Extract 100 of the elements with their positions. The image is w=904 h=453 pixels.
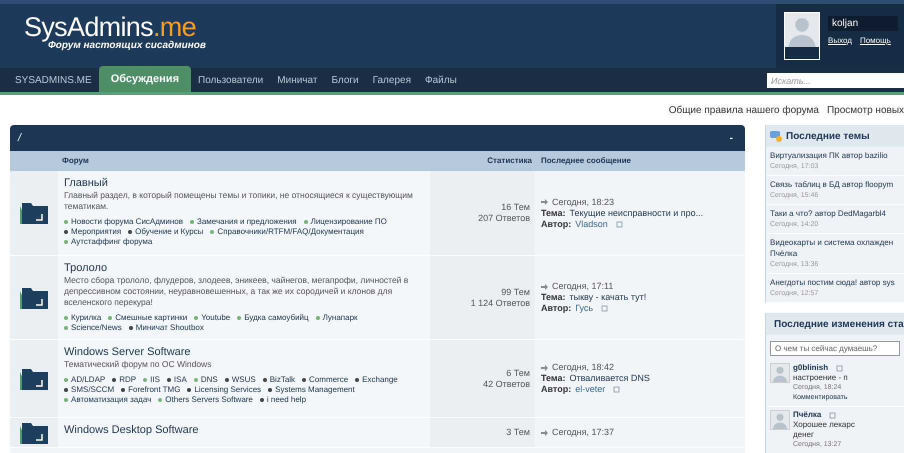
- nav-tab[interactable]: Файлы: [418, 68, 464, 92]
- subforum-link[interactable]: Мероприятия: [71, 227, 122, 237]
- forum-title[interactable]: Трололо: [64, 262, 430, 275]
- link-icon: [613, 386, 620, 393]
- collapse-button[interactable]: -: [726, 130, 737, 146]
- author-label: Автор:: [541, 384, 572, 395]
- subforum-link[interactable]: WSUS: [232, 375, 256, 385]
- subforum-link[interactable]: Аутстаффинг форума: [71, 237, 152, 247]
- subforum-link[interactable]: Science/News: [71, 323, 122, 333]
- panel-title: Последние темы: [786, 130, 870, 144]
- subforum-link[interactable]: Commerce: [309, 375, 348, 385]
- arrow-icon: [541, 284, 548, 290]
- user-link[interactable]: Помощь: [860, 35, 891, 47]
- recent-topic-link[interactable]: Анегдоты постим сюда! автор sys: [770, 277, 900, 288]
- subforum-link[interactable]: AD/LDAP: [71, 375, 106, 385]
- status-field[interactable]: О чем ты сейчас думаешь?: [770, 341, 900, 356]
- recent-topic-link[interactable]: Виртуализация ПК автор bazilio: [770, 150, 900, 161]
- subforum-link[interactable]: i need help: [266, 395, 306, 405]
- status-text: денег: [793, 430, 815, 440]
- subforum-link[interactable]: Systems Management: [275, 385, 355, 395]
- topic-count: 99 Тем: [501, 286, 530, 298]
- topic-label: Тема:: [541, 292, 566, 303]
- column-header: Статистика: [486, 155, 533, 167]
- author-link[interactable]: Гусь: [575, 303, 594, 314]
- link-icon: [601, 305, 608, 312]
- reply-count: 207 Ответов: [478, 213, 530, 224]
- subforum-link[interactable]: Licensing Services: [194, 385, 262, 395]
- column-header: Форум: [61, 155, 90, 167]
- username: koljan: [828, 16, 898, 31]
- avatar-silhouette: [785, 13, 819, 47]
- recent-topic-link[interactable]: Видеокарты и система охлажден: [770, 237, 900, 248]
- topic-label: Тема:: [541, 208, 566, 218]
- forum-description: Тематический форум по ОС Windows: [64, 359, 212, 370]
- forum-title[interactable]: Windows Desktop Software: [64, 424, 430, 437]
- topic-link[interactable]: Текущие неисправности и про...: [569, 208, 704, 218]
- subforum-link[interactable]: BizTalk: [270, 375, 296, 385]
- topic-count: 3 Тем: [506, 427, 530, 438]
- recent-topic-author[interactable]: Пчёлка: [770, 248, 900, 259]
- link-icon: [829, 412, 836, 418]
- search-field[interactable]: Искать...: [767, 73, 904, 88]
- subforum-link[interactable]: DNS: [200, 375, 218, 385]
- subforum-link[interactable]: Смешные картинки: [115, 313, 188, 323]
- panel-title: Последние изменения ста: [774, 318, 904, 332]
- recent-topic-link[interactable]: Таки а что? автор DedMagarbl4: [770, 208, 900, 219]
- folder-icon: [18, 200, 50, 226]
- topic-link[interactable]: тыкву - качать тут!: [569, 292, 646, 303]
- subforum-link[interactable]: Справочники/RTFM/FAQ/Документация: [217, 227, 364, 237]
- subforum-link[interactable]: ISA: [174, 375, 187, 385]
- chat-bubble-icon: [770, 130, 782, 142]
- author-label: Автор:: [541, 218, 572, 230]
- topic-count: 6 Тем: [506, 368, 530, 378]
- subforum-link[interactable]: Новости форума СисАдминов: [71, 217, 183, 227]
- subforum-link[interactable]: Лицензирование ПО: [310, 217, 387, 227]
- subforum-link[interactable]: IIS: [150, 375, 160, 385]
- subforum-link[interactable]: Youtube: [201, 313, 230, 323]
- author-link[interactable]: el-veter: [575, 384, 606, 395]
- post-date: Сегодня, 18:42: [552, 362, 614, 373]
- author-link[interactable]: Vladson: [575, 218, 608, 230]
- post-date: Сегодня, 18:23: [552, 196, 614, 208]
- nav-tab[interactable]: SYSADMINS.ME: [8, 68, 99, 92]
- nav-tab[interactable]: Обсуждения: [98, 66, 191, 92]
- status-user[interactable]: g0blinish: [793, 363, 828, 373]
- user-link[interactable]: Выход: [828, 35, 852, 47]
- subforum-link[interactable]: Курилка: [71, 313, 102, 323]
- subforum-link[interactable]: RDP: [119, 375, 136, 385]
- link-icon: [616, 220, 623, 228]
- subforum-link[interactable]: Миничат Shoutbox: [136, 323, 204, 333]
- nav-tab[interactable]: Галерея: [366, 68, 418, 92]
- site-logo[interactable]: SysAdmins.me: [24, 12, 776, 42]
- status-text: Хорошее лекарс: [793, 420, 855, 430]
- forum-title[interactable]: Windows Server Software: [64, 346, 430, 359]
- forum-description: Главный раздел, в который помещены темы и топики, не относящиеся к существующим тематикам.: [64, 190, 414, 212]
- column-header: Последнее сообщение: [540, 155, 631, 167]
- subforum-link[interactable]: Лунапарк: [322, 313, 358, 323]
- subforum-link[interactable]: SMS/SCCM: [71, 385, 114, 395]
- forum-title[interactable]: Главный: [64, 177, 430, 190]
- reply-count: 42 Ответов: [483, 378, 530, 390]
- top-link[interactable]: Общие правила нашего форума: [668, 103, 819, 125]
- author-label: Автор:: [541, 303, 572, 314]
- subforum-link[interactable]: Будка самоубийц: [244, 313, 309, 323]
- subforum-link[interactable]: Замечания и предложения: [197, 217, 297, 227]
- subforum-link[interactable]: Exchange: [362, 375, 398, 385]
- nav-tab[interactable]: Миничат: [270, 68, 324, 92]
- subforum-link[interactable]: Автоматизация задач: [71, 395, 152, 405]
- avatar-silhouette: [771, 364, 789, 382]
- nav-tab[interactable]: Пользователи: [191, 68, 270, 92]
- subforum-link[interactable]: Others Servers Software: [165, 395, 253, 405]
- topic-link[interactable]: Отваливается DNS: [569, 373, 650, 384]
- recent-topic-link[interactable]: Связь таблиц в БД автор floopym: [770, 179, 900, 190]
- subforum-link[interactable]: Обучение и Курсы: [135, 227, 204, 237]
- topic-label: Тема:: [541, 373, 566, 384]
- arrow-icon: [541, 430, 548, 436]
- subforum-link[interactable]: Forefront TMG: [128, 385, 180, 395]
- reply-count: 1 124 Ответов: [470, 298, 530, 308]
- arrow-icon: [541, 199, 548, 205]
- topic-count: 16 Тем: [501, 202, 530, 213]
- nav-tab[interactable]: Блоги: [324, 68, 366, 92]
- top-link[interactable]: Просмотр новых: [826, 103, 904, 125]
- status-user[interactable]: Пчёлка: [793, 410, 822, 420]
- link-icon: [836, 364, 844, 372]
